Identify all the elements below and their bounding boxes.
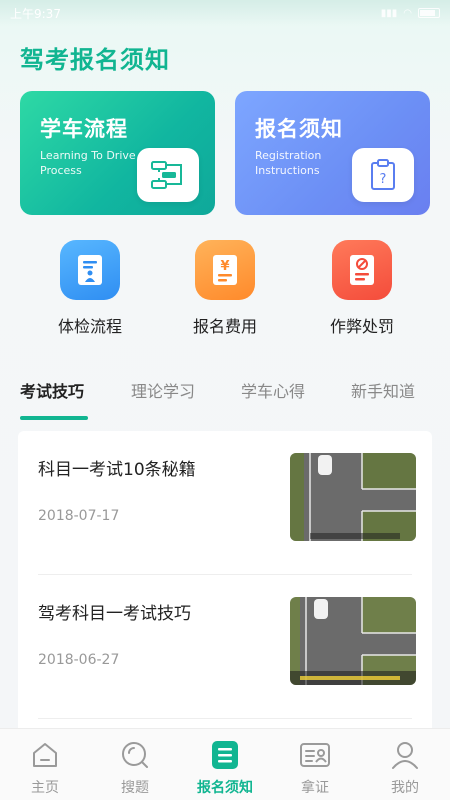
battery-icon: [418, 8, 440, 18]
quick-link-label: 体检流程: [57, 317, 122, 336]
svg-text:¥: ¥: [220, 259, 229, 274]
nav-label: 我的: [391, 780, 419, 796]
quick-link-label: 报名费用: [192, 317, 257, 336]
card-subtitle-line2: Instructions: [255, 164, 320, 177]
quick-link-cheating-penalty[interactable]: 作弊处罚: [312, 240, 412, 337]
quick-link-registration-fee[interactable]: ¥ 报名费用: [175, 240, 275, 337]
registration-instructions-card[interactable]: 报名须知 Registration Instructions ?: [235, 91, 430, 215]
card-subtitle: Learning To Drive Process: [40, 148, 136, 178]
notice-icon: [180, 739, 270, 771]
wifi-icon: ◠: [403, 7, 412, 19]
tab-exam-tips[interactable]: 考试技巧: [20, 378, 84, 402]
fee-document-icon: ¥: [195, 240, 255, 300]
nav-home[interactable]: 主页: [0, 739, 90, 797]
nav-label: 主页: [31, 780, 59, 796]
article-date: 2018-07-17: [38, 508, 120, 524]
page-title: 驾考报名须知: [20, 46, 170, 74]
list-item[interactable]: 科目一考试10条秘籍 2018-07-17: [38, 431, 416, 575]
article-thumbnail: [290, 597, 416, 685]
nav-registration-notice[interactable]: 报名须知: [180, 739, 270, 797]
license-icon: [270, 739, 360, 771]
home-icon: [0, 739, 90, 771]
profile-icon: [360, 739, 450, 771]
learning-process-card[interactable]: 学车流程 Learning To Drive Process: [20, 91, 215, 215]
quick-link-medical-exam[interactable]: 体检流程: [40, 240, 140, 337]
svg-text:?: ?: [380, 172, 387, 187]
article-title: 科目一考试10条秘籍: [38, 460, 196, 480]
card-subtitle: Registration Instructions: [255, 148, 321, 178]
bottom-navigation: 主页 搜题 报名须知 拿证 我的: [0, 728, 450, 800]
article-title: 驾考科目一考试技巧: [38, 604, 191, 624]
card-title: 学车流程: [40, 117, 128, 141]
status-icons: ▮▮▮ ◠: [381, 8, 440, 19]
tab-theory-study[interactable]: 理论学习: [131, 378, 195, 402]
clipboard-question-icon: ?: [352, 148, 414, 202]
card-subtitle-line1: Registration: [255, 149, 322, 162]
nav-label: 拿证: [301, 780, 329, 796]
nav-label: 搜题: [121, 780, 149, 796]
penalty-document-icon: [332, 240, 392, 300]
list-item[interactable]: 驾考科目一考试技巧 2018-06-27: [38, 575, 416, 719]
status-time: 上午9:37: [10, 6, 61, 21]
flowchart-icon: [137, 148, 199, 202]
article-date: 2018-06-27: [38, 652, 120, 668]
article-list: 科目一考试10条秘籍 2018-07-17 驾考科目一考试技巧 2018-06-…: [18, 431, 432, 741]
status-bar: 上午9:37 ▮▮▮ ◠: [0, 0, 450, 26]
nav-search[interactable]: 搜题: [90, 739, 180, 797]
nav-license[interactable]: 拿证: [270, 739, 360, 797]
card-title: 报名须知: [255, 117, 343, 141]
quick-link-label: 作弊处罚: [329, 317, 394, 336]
category-tabs: 考试技巧 理论学习 学车心得 新手知道: [0, 372, 450, 422]
nav-profile[interactable]: 我的: [360, 739, 450, 797]
signal-icon: ▮▮▮: [380, 7, 398, 19]
card-subtitle-line1: Learning To Drive: [40, 149, 136, 162]
article-thumbnail: [290, 453, 416, 541]
nav-label: 报名须知: [197, 780, 253, 796]
search-icon: [90, 739, 180, 771]
tab-beginner-knowledge[interactable]: 新手知道: [351, 378, 415, 402]
card-subtitle-line2: Process: [40, 164, 82, 177]
tab-driving-experience[interactable]: 学车心得: [241, 378, 305, 402]
medical-exam-icon: [60, 240, 120, 300]
active-tab-indicator: [20, 416, 88, 420]
